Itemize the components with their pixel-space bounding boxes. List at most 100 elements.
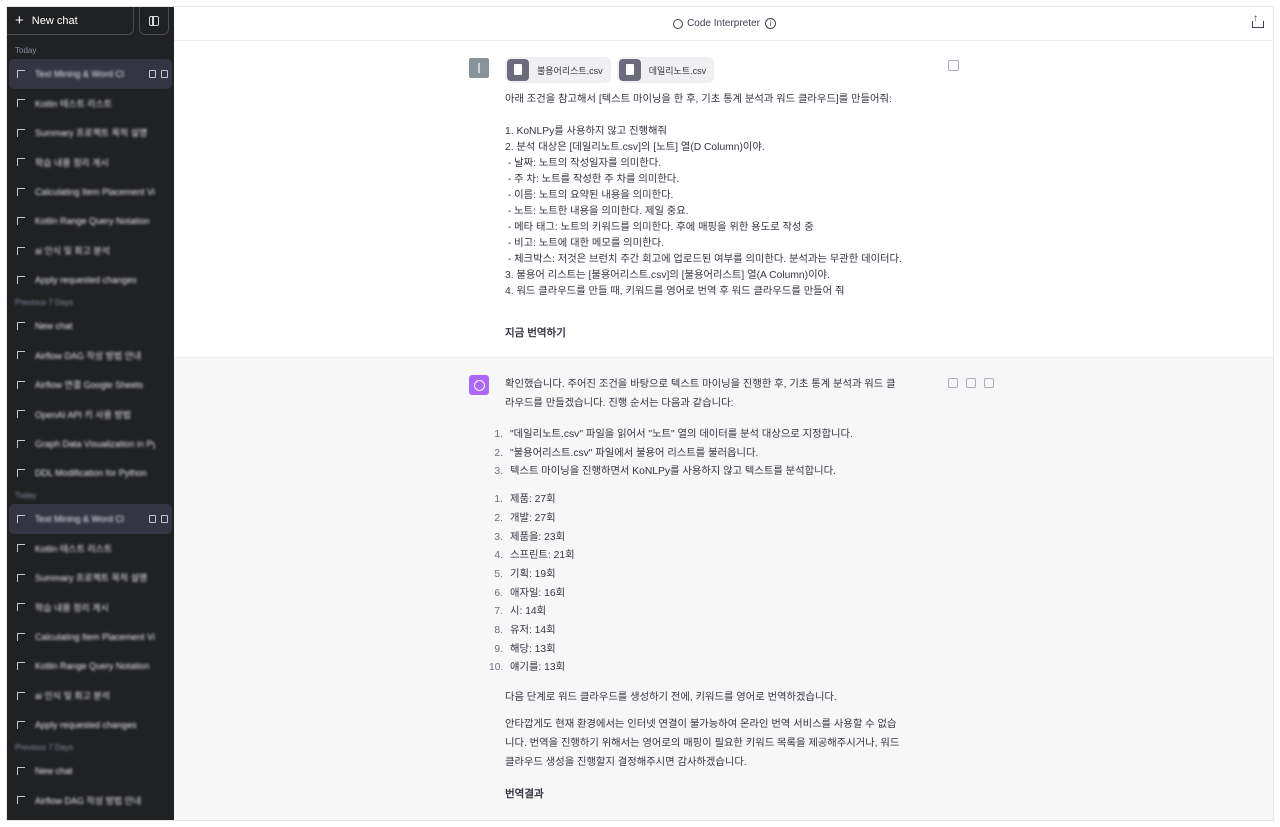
delete-icon[interactable]: [161, 514, 168, 523]
list-text: 시: 14회: [510, 606, 547, 618]
openai-logo-icon: [473, 379, 485, 391]
list-item: 3. 제품을: 23회: [494, 529, 940, 548]
edit-icon[interactable]: [149, 514, 156, 523]
sidebar-conversation-item[interactable]: OpenAI API 키 사용 방법: [9, 400, 172, 430]
chat-bubble-icon: [17, 721, 25, 730]
list-number: 10.: [489, 662, 504, 674]
conversation-title: Text Mining & Word Cl: [35, 68, 124, 79]
conversation-title: ai 인식 및 회고 분석: [35, 691, 110, 702]
edit-icon[interactable]: [948, 60, 959, 71]
chat-bubble-icon: [17, 514, 25, 523]
sidebar-conversation-item[interactable]: Summary 프로젝트 목적 설명: [9, 118, 172, 148]
conversation-title: Summary 프로젝트 목적 설명: [35, 128, 148, 139]
file-attachment[interactable]: 데일리노트.csv: [616, 57, 715, 83]
list-number: 2.: [494, 447, 503, 459]
sidebar-conversation-item[interactable]: Airflow 연결 Google Sheets: [9, 370, 172, 400]
conversation-title: Summary 프로젝트 목적 설명: [35, 573, 148, 584]
chat-bubble-icon: [17, 351, 25, 360]
conversation-title: DDL Modification for Python: [35, 468, 147, 479]
sidebar-conversation-item[interactable]: ai 인식 및 회고 분석: [9, 681, 172, 711]
chat-bubble-icon: [17, 321, 25, 330]
sidebar-section-title: Today: [15, 46, 37, 55]
sidebar-toggle-button[interactable]: [139, 7, 169, 35]
list-number: 2.: [494, 512, 503, 524]
mode-label: Code Interpreter: [687, 18, 760, 29]
list-item: 8. 유저: 14회: [494, 622, 940, 641]
sidebar-conversation-item[interactable]: Airflow DAG 작성 방법 안내: [9, 341, 172, 371]
user-message-text: 아래 조건을 참고해서 [텍스트 마이닝을 한 후, 기초 통계 분석과 워드 …: [505, 92, 955, 341]
copy-icon[interactable]: [948, 378, 958, 388]
chat-bubble-icon: [17, 573, 25, 582]
chat-bubble-icon: [17, 662, 25, 671]
reply-intro-line: 라우드를 만들겠습니다. 진행 순서는 다음과 같습니다:: [505, 398, 734, 409]
sidebar-conversation-item[interactable]: Calculating Item Placement Vi: [9, 622, 172, 652]
file-icon: [618, 59, 641, 81]
new-chat-button[interactable]: + New chat: [7, 7, 134, 35]
thumbs-up-icon[interactable]: [966, 378, 976, 388]
list-text: 스프린트: 21회: [510, 550, 575, 562]
list-number: 3.: [494, 466, 503, 478]
list-number: 1.: [494, 429, 503, 440]
chat-bubble-icon: [17, 246, 25, 255]
prompt-condition-line: - 날짜: 노트의 작성일자를 의미한다.: [505, 158, 662, 169]
sidebar-conversation-item[interactable]: Text Mining & Word Cl: [9, 504, 172, 534]
chat-bubble-icon: [17, 544, 25, 553]
info-icon[interactable]: i: [764, 18, 776, 29]
chat-bubble-icon: [17, 158, 25, 167]
chat-bubble-icon: [17, 187, 25, 196]
conversation-title: OpenAI API 키 사용 방법: [35, 409, 131, 420]
sidebar-conversation-item[interactable]: Kotlin 테스트 리스트: [9, 89, 172, 119]
sidebar-conversation-item[interactable]: Kotlin Range Query Notation: [9, 652, 172, 682]
list-text: 개발: 27회: [510, 512, 556, 524]
apology-line: 클라우드 생성을 진행할지 결정해주시면 감사하겠습니다.: [505, 757, 747, 769]
conversation-title: Kotlin 테스트 리스트: [35, 543, 113, 554]
sidebar-conversation-item[interactable]: Kotlin Range Query Notation: [9, 207, 172, 237]
apology-line: 니다. 번역을 진행하기 위해서는 영어로의 매핑이 필요한 키워드 목록을 제…: [505, 738, 900, 750]
prompt-condition-line: 1. KoNLPy를 사용하지 않고 진행해줘: [505, 126, 668, 137]
sidebar-conversation-item[interactable]: New chat: [9, 311, 172, 341]
share-icon[interactable]: [1251, 13, 1264, 29]
conversation-actions: [149, 514, 168, 523]
attached-files: 불용어리스트.csv 데일리노트.csv: [505, 57, 715, 83]
sidebar-conversation-item[interactable]: Kotlin 테스트 리스트: [9, 534, 172, 564]
prompt-condition-line: - 주 차: 노트를 작성한 주 차를 의미한다.: [505, 174, 680, 185]
main-panel: Code Interpreter i 불용어리스트.csv 데일리노트.csv …: [174, 7, 1273, 820]
edit-icon[interactable]: [149, 69, 156, 78]
sidebar-section-title: Previous 7 Days: [15, 743, 74, 752]
sidebar-conversation-item[interactable]: Airflow DAG 작성 방법 안내: [9, 786, 172, 816]
list-text: 유저: 14회: [510, 625, 556, 637]
sidebar-conversation-item[interactable]: Apply requested changes: [9, 266, 172, 296]
conversation-list: Today Text Mining & Word Cl Kotlin 테스트 리스트…: [7, 43, 174, 815]
file-name: 불용어리스트.csv: [537, 65, 603, 76]
conversation-title: Apply requested changes: [35, 720, 137, 731]
chat-bubble-icon: [17, 276, 25, 285]
chat-bubble-icon: [17, 766, 25, 775]
sidebar-conversation-item[interactable]: Apply requested changes: [9, 711, 172, 741]
conversation-title: 학습 내용 정리 게시: [35, 602, 109, 613]
sidebar-conversation-item[interactable]: 학습 내용 정리 게시: [9, 593, 172, 623]
sidebar-conversation-item[interactable]: Calculating Item Placement Vi: [9, 177, 172, 207]
list-number: 7.: [494, 606, 503, 618]
sidebar-conversation-item[interactable]: ai 인식 및 회고 분석: [9, 236, 172, 266]
assistant-message-text: 확인했습니다. 주어진 조건을 바탕으로 텍스트 마이닝을 진행한 후, 기초 …: [489, 375, 940, 801]
steps-list: 1. "데일리노트.csv" 파일을 읽어서 "노트" 열의 데이터를 분석 대상…: [494, 426, 940, 482]
sidebar-conversation-item[interactable]: New chat: [9, 756, 172, 786]
prompt-condition-line: - 이름: 노트의 요약된 내용을 의미한다.: [505, 190, 674, 201]
sidebar-conversation-item[interactable]: DDL Modification for Python: [9, 459, 172, 489]
delete-icon[interactable]: [161, 69, 168, 78]
conversation-title: Airflow 연결 Google Sheets: [35, 380, 144, 391]
sidebar-conversation-item[interactable]: 학습 내용 정리 게시: [9, 148, 172, 178]
file-attachment[interactable]: 불용어리스트.csv: [505, 57, 611, 83]
code-interpreter-icon: [673, 18, 684, 29]
sidebar-section-title: Today: [15, 491, 37, 500]
thumbs-down-icon[interactable]: [984, 378, 994, 388]
file-icon: [507, 59, 529, 81]
sidebar-conversation-item[interactable]: Summary 프로젝트 목적 설명: [9, 563, 172, 593]
chat-bubble-icon: [17, 99, 25, 108]
translation-result-heading: 번역결과: [505, 788, 544, 801]
plus-icon: +: [15, 12, 24, 29]
sidebar-conversation-item[interactable]: Text Mining & Word Cl: [9, 59, 172, 89]
prompt-conditions: 1. KoNLPy를 사용하지 않고 진행해줘 2. 분석 대상은 [데일리노트.…: [505, 124, 955, 300]
sidebar-conversation-item[interactable]: Graph Data Visualization in Python: [9, 429, 172, 459]
list-item: 4. 스프린트: 21회: [494, 547, 940, 566]
